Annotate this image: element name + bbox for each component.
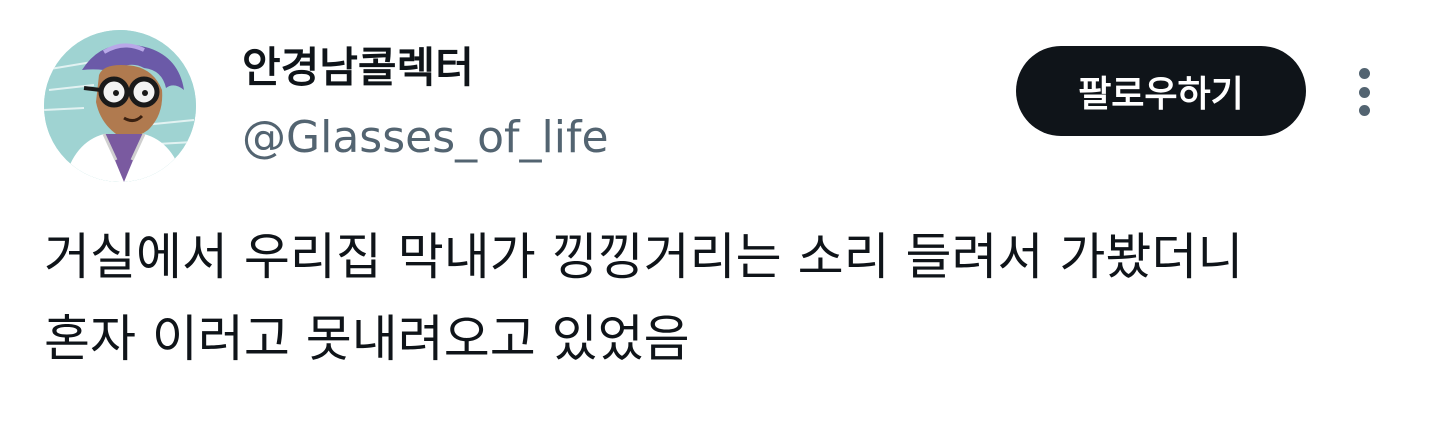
display-name[interactable]: 안경남콜렉터 bbox=[242, 40, 474, 96]
more-options-icon bbox=[1358, 86, 1370, 98]
user-handle[interactable]: @Glasses_of_life bbox=[242, 110, 609, 166]
tweet-card: 안경남콜렉터 @Glasses_of_life 팔로우하기 거실에서 우리집 막… bbox=[0, 0, 1439, 421]
tweet-text-line: 거실에서 우리집 막내가 낑낑거리는 소리 들려서 가봤더니 bbox=[44, 228, 1244, 286]
more-options-button[interactable] bbox=[1344, 62, 1384, 122]
tweet-text-line: 혼자 이러고 못내려오고 있었음 bbox=[44, 310, 690, 368]
tweet-text: 거실에서 우리집 막내가 낑낑거리는 소리 들려서 가봤더니 혼자 이러고 못내… bbox=[44, 216, 1414, 380]
avatar[interactable] bbox=[44, 30, 196, 182]
more-options-icon bbox=[1358, 68, 1370, 79]
profile-avatar-icon bbox=[44, 30, 196, 182]
follow-button[interactable]: 팔로우하기 bbox=[1016, 46, 1306, 136]
more-options-icon bbox=[1358, 105, 1370, 116]
